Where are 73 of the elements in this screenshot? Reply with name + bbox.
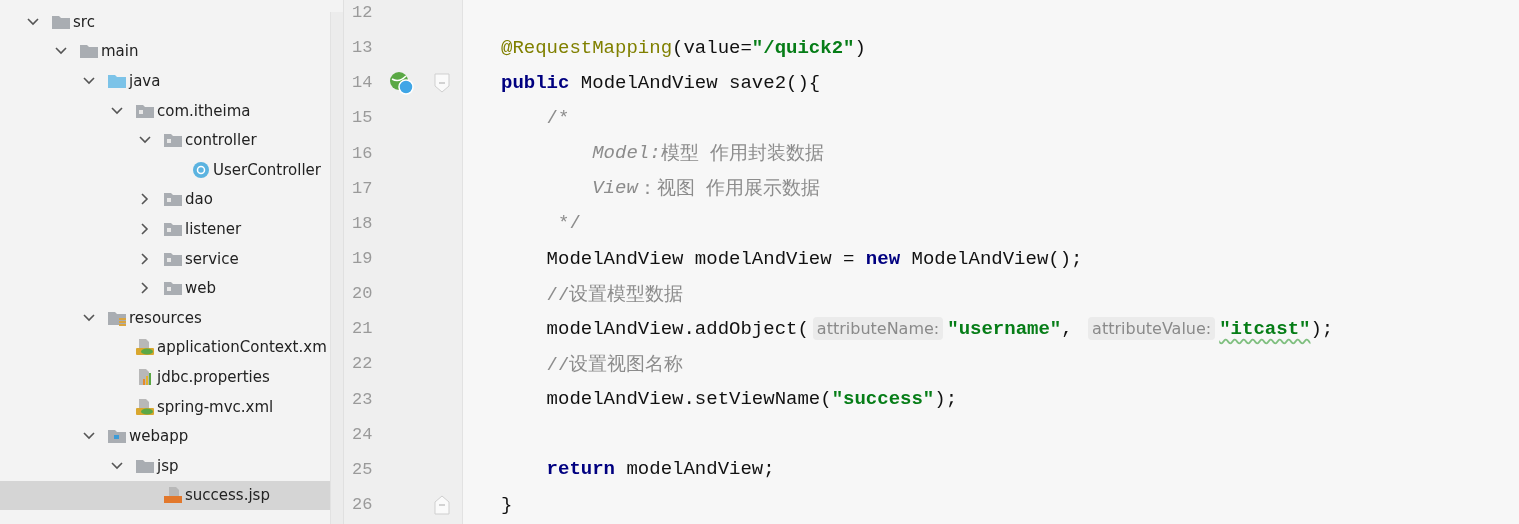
tree-item[interactable]: com.itheima — [0, 95, 330, 126]
scrollbar[interactable] — [330, 12, 343, 524]
tree-item[interactable]: java — [0, 66, 330, 96]
code-text: } — [501, 493, 513, 516]
line-number: 15 — [352, 108, 374, 128]
tree-item[interactable]: success.jsp — [0, 480, 330, 511]
keyword: return — [545, 458, 616, 481]
tree-item[interactable]: main — [0, 36, 330, 67]
line-number: 26 — [352, 495, 374, 515]
folder-icon — [163, 131, 183, 150]
code-text: ); — [934, 388, 958, 411]
code-comment: //设置模型数据 — [545, 282, 684, 307]
code-comment: //设置视图名称 — [545, 352, 684, 377]
line-number: 25 — [352, 459, 374, 479]
tree-item[interactable]: jsp — [0, 450, 330, 481]
string-literal: "success" — [831, 388, 935, 411]
tree-item[interactable]: listener — [0, 214, 330, 244]
folder-icon — [163, 190, 183, 209]
code-text: ) — [854, 36, 866, 59]
line-number: 18 — [352, 213, 374, 233]
parameter-hint: attributeName: — [812, 317, 944, 341]
code-text: , — [1061, 317, 1074, 340]
line-number: 24 — [352, 424, 374, 444]
code-comment: Model: — [591, 142, 661, 165]
tree-item[interactable]: applicationContext.xm — [0, 332, 330, 363]
string-literal: "username" — [947, 317, 1062, 340]
line-number: 22 — [352, 354, 374, 374]
line-number: 19 — [352, 249, 374, 269]
tree-item[interactable]: spring-mvc.xml — [0, 391, 330, 422]
keyword: public — [501, 71, 570, 94]
jsp-file-icon — [163, 486, 183, 505]
folder-icon — [79, 42, 99, 61]
code-comment: View — [591, 177, 638, 200]
code-text: ModelAndView save2(){ — [579, 71, 821, 94]
annotation: @RequestMapping — [501, 36, 673, 59]
code-text: (value= — [672, 36, 752, 59]
code-comment: 模型 作用封装数据 — [660, 142, 825, 167]
parameter-hint: attributeValue: — [1088, 317, 1216, 341]
keyword: new — [865, 247, 901, 270]
tree-item[interactable]: controller — [0, 125, 330, 155]
line-number: 23 — [352, 389, 374, 409]
class-icon — [191, 160, 211, 179]
code-text: ModelAndView modelAndView = — [545, 247, 856, 270]
code-text: modelAndView; — [625, 458, 775, 481]
line-number: 21 — [352, 319, 374, 339]
tree-item[interactable]: src — [0, 7, 330, 37]
code-text: modelAndView.addObject( — [545, 317, 809, 340]
line-number: 12 — [352, 3, 374, 23]
folder-icon — [107, 427, 127, 446]
tree-item[interactable]: jdbc.properties — [0, 362, 330, 392]
line-number: 14 — [352, 73, 374, 93]
line-number: 13 — [352, 38, 374, 58]
code-text: ModelAndView(); — [910, 247, 1083, 270]
folder-icon — [107, 72, 127, 90]
folder-icon — [163, 279, 183, 298]
string-literal: "/quick2" — [751, 36, 855, 59]
tree-item[interactable]: webapp — [0, 421, 330, 451]
tree-item[interactable]: resources — [0, 302, 330, 333]
code-text: modelAndView.setViewName( — [545, 388, 832, 411]
tree-item[interactable]: dao — [0, 184, 330, 215]
line-number: 17 — [352, 178, 374, 198]
code-comment: */ — [557, 212, 581, 235]
xml-file-icon — [135, 338, 155, 357]
code-text: ); — [1310, 317, 1334, 340]
tree-item[interactable]: web — [0, 273, 330, 303]
code-comment: /* — [545, 107, 570, 129]
string-literal: "itcast" — [1219, 317, 1311, 340]
tree-item[interactable]: service — [0, 243, 330, 274]
xml-file-icon — [135, 397, 155, 416]
tree-item[interactable]: UserController — [0, 154, 330, 185]
line-number: 16 — [352, 143, 374, 163]
bean-icon[interactable] — [389, 69, 415, 96]
line-number: 20 — [352, 284, 374, 304]
